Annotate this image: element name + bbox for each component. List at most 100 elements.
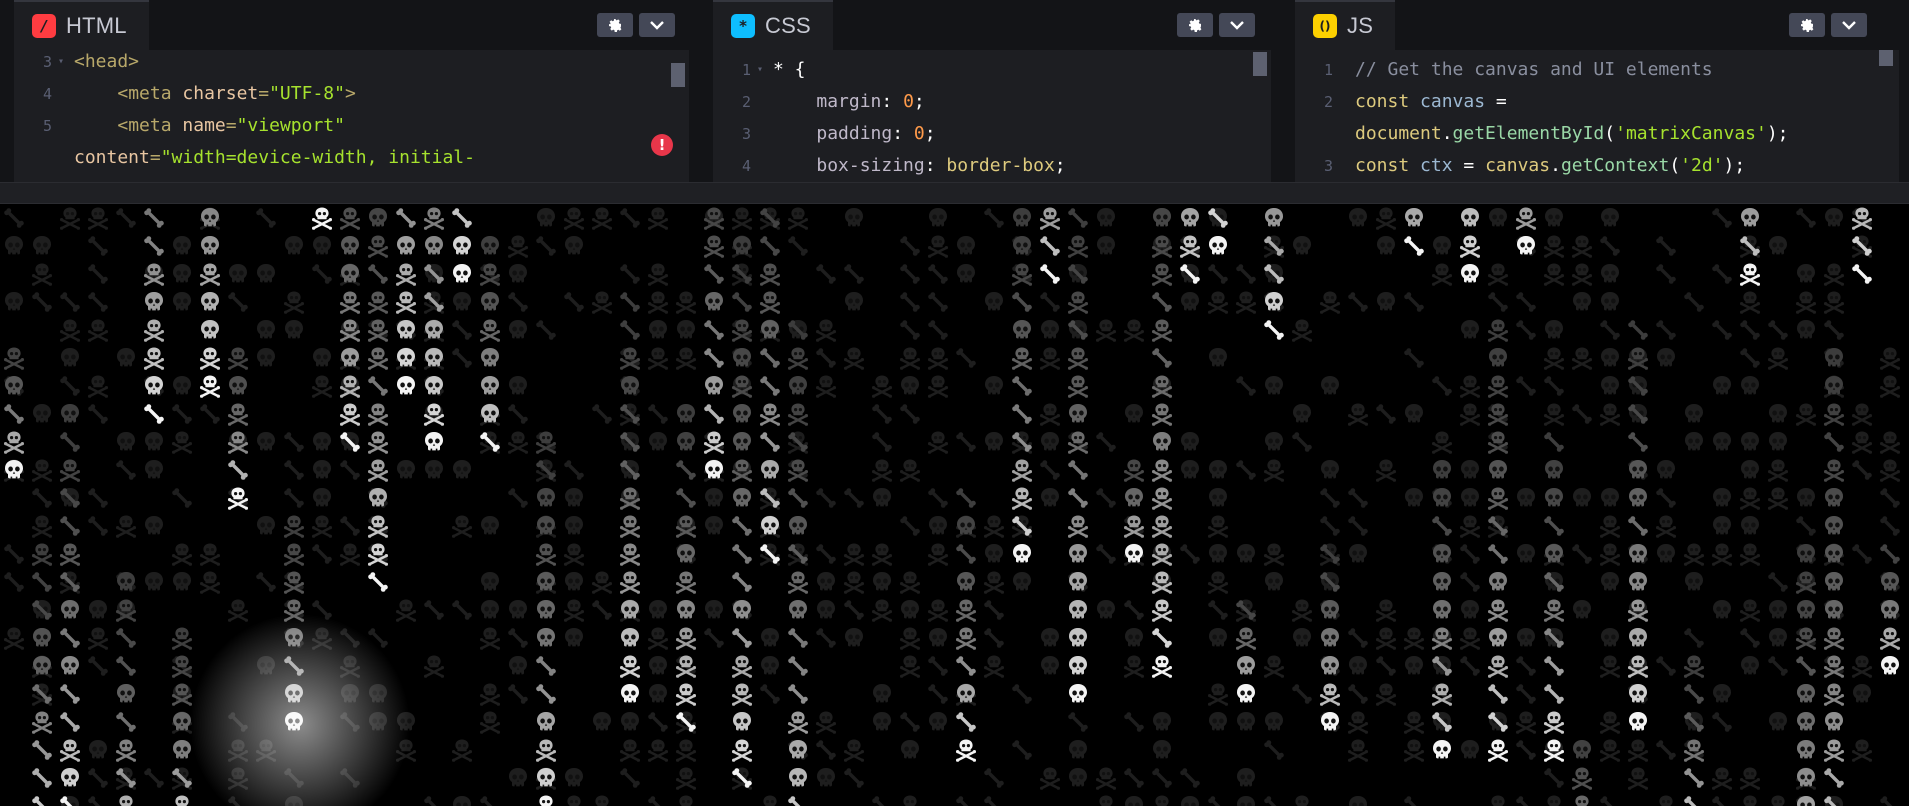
js-scrollbar[interactable] bbox=[1879, 50, 1893, 66]
rain-glyph bbox=[761, 460, 779, 479]
tab-html[interactable]: / HTML bbox=[14, 0, 149, 50]
css-scrollbar[interactable] bbox=[1253, 52, 1267, 76]
rain-glyph bbox=[1374, 402, 1398, 426]
html-scrollbar[interactable] bbox=[671, 63, 685, 87]
js-collapse-button[interactable] bbox=[1831, 13, 1867, 37]
rain-glyph bbox=[898, 654, 922, 678]
rain-glyph bbox=[954, 654, 978, 678]
rain-glyph bbox=[705, 600, 723, 619]
fold-arrow-icon[interactable]: ▾ bbox=[58, 46, 64, 78]
rain-glyph bbox=[1458, 402, 1482, 426]
css-collapse-button[interactable] bbox=[1219, 13, 1255, 37]
rain-glyph bbox=[1206, 598, 1230, 622]
code-line[interactable]: content="width=device-width, initial- bbox=[14, 142, 689, 174]
rain-glyph bbox=[1153, 208, 1171, 227]
rain-glyph bbox=[1654, 738, 1678, 762]
tab-css[interactable]: * CSS bbox=[713, 0, 833, 50]
rain-glyph bbox=[1850, 542, 1874, 566]
css-code-area[interactable]: 1 ▾ * {2 margin: 0; 3 padding: 0; 4 box-sizi… bbox=[713, 46, 1271, 182]
rain-glyph bbox=[1769, 600, 1787, 619]
code-line[interactable]: 3 padding: 0; bbox=[713, 118, 1271, 150]
rain-glyph bbox=[254, 570, 278, 594]
code-line[interactable]: 4 <meta charset="UTF-8"> bbox=[14, 78, 689, 110]
code-line[interactable]: 5 <meta name="viewport" bbox=[14, 110, 689, 142]
rain-glyph bbox=[1766, 318, 1790, 342]
rain-glyph bbox=[957, 684, 975, 703]
code-line[interactable]: 3 const ctx = canvas.getContext('2d'); bbox=[1295, 150, 1899, 182]
editor-resize-bar[interactable] bbox=[0, 182, 1909, 204]
rain-glyph bbox=[674, 626, 698, 650]
rain-glyph bbox=[842, 766, 866, 790]
rain-glyph bbox=[1262, 794, 1286, 806]
rain-glyph bbox=[1069, 740, 1087, 759]
rain-glyph bbox=[422, 794, 446, 806]
code-line[interactable]: 3 ▾ <head> bbox=[14, 46, 689, 78]
rain-glyph bbox=[229, 264, 247, 283]
rain-glyph bbox=[1209, 236, 1227, 255]
rain-glyph bbox=[1290, 682, 1314, 706]
rain-glyph bbox=[33, 236, 51, 255]
rain-glyph bbox=[1825, 516, 1843, 535]
line-number: 3 bbox=[1323, 157, 1333, 175]
preview-canvas[interactable] bbox=[0, 204, 1909, 806]
code-line[interactable]: 2 const canvas = bbox=[1295, 86, 1899, 118]
rain-glyph bbox=[901, 740, 919, 759]
rain-glyph bbox=[901, 376, 919, 395]
html-code-area[interactable]: 3 ▾ <head> 4 <meta charset="UTF-8"> 5 <meta … bbox=[14, 46, 689, 182]
rain-glyph bbox=[1542, 374, 1566, 398]
rain-glyph bbox=[1209, 488, 1227, 507]
rain-glyph bbox=[1570, 766, 1594, 790]
code-line[interactable]: 1 // Get the canvas and UI elements bbox=[1295, 54, 1899, 86]
rain-glyph bbox=[646, 402, 670, 426]
rain-glyph bbox=[674, 486, 698, 510]
error-icon[interactable]: ! bbox=[651, 134, 673, 156]
rain-glyph bbox=[1598, 402, 1622, 426]
rain-glyph bbox=[814, 486, 838, 510]
rain-glyph bbox=[450, 346, 474, 370]
rain-glyph bbox=[646, 290, 670, 314]
rain-glyph bbox=[1766, 458, 1790, 482]
fold-arrow-icon[interactable]: ▾ bbox=[757, 54, 763, 86]
rain-glyph bbox=[1486, 542, 1510, 566]
js-code-area[interactable]: 1 // Get the canvas and UI elements 2 const… bbox=[1295, 46, 1899, 182]
code-line[interactable]: 4 box-sizing: border-box; bbox=[713, 150, 1271, 182]
rain-glyph bbox=[730, 290, 754, 314]
rain-glyph bbox=[1293, 236, 1311, 255]
rain-glyph bbox=[562, 290, 586, 314]
rain-glyph bbox=[733, 712, 751, 731]
rain-glyph bbox=[1713, 376, 1731, 395]
rain-glyph bbox=[1377, 236, 1395, 255]
code-token: 0 bbox=[903, 91, 914, 112]
rain-glyph bbox=[450, 318, 474, 342]
rain-glyph bbox=[1041, 656, 1059, 675]
tab-js[interactable]: () JS bbox=[1295, 0, 1396, 50]
rain-glyph bbox=[1402, 626, 1426, 650]
rain-glyph bbox=[86, 374, 110, 398]
rain-glyph bbox=[170, 486, 194, 510]
rain-glyph bbox=[1797, 264, 1815, 283]
html-collapse-button[interactable] bbox=[639, 13, 675, 37]
rain-glyph bbox=[1794, 290, 1818, 314]
rain-glyph bbox=[1542, 682, 1566, 706]
rain-glyph bbox=[926, 234, 950, 258]
rain-glyph bbox=[89, 600, 107, 619]
rain-glyph bbox=[1150, 402, 1174, 426]
rain-glyph bbox=[1542, 234, 1566, 258]
rain-glyph bbox=[1514, 682, 1538, 706]
rain-glyph bbox=[30, 738, 54, 762]
js-editor-pane: () JS 1 // Get the canvas and UI elements… bbox=[1295, 0, 1899, 182]
css-settings-button[interactable] bbox=[1177, 13, 1213, 37]
code-line[interactable]: 1 ▾ * { bbox=[713, 54, 1271, 86]
rain-glyph bbox=[1237, 656, 1255, 675]
rain-glyph bbox=[1878, 486, 1902, 510]
rain-glyph bbox=[1486, 654, 1510, 678]
code-token: = bbox=[149, 147, 161, 168]
html-settings-button[interactable] bbox=[597, 13, 633, 37]
code-line[interactable]: document.getElementById('matrixCanvas'); bbox=[1295, 118, 1899, 150]
rain-glyph bbox=[1066, 710, 1090, 734]
rain-glyph bbox=[1825, 376, 1843, 395]
js-settings-button[interactable] bbox=[1789, 13, 1825, 37]
rain-glyph bbox=[845, 628, 863, 647]
rain-glyph bbox=[1262, 542, 1286, 566]
code-line[interactable]: 2 margin: 0; bbox=[713, 86, 1271, 118]
